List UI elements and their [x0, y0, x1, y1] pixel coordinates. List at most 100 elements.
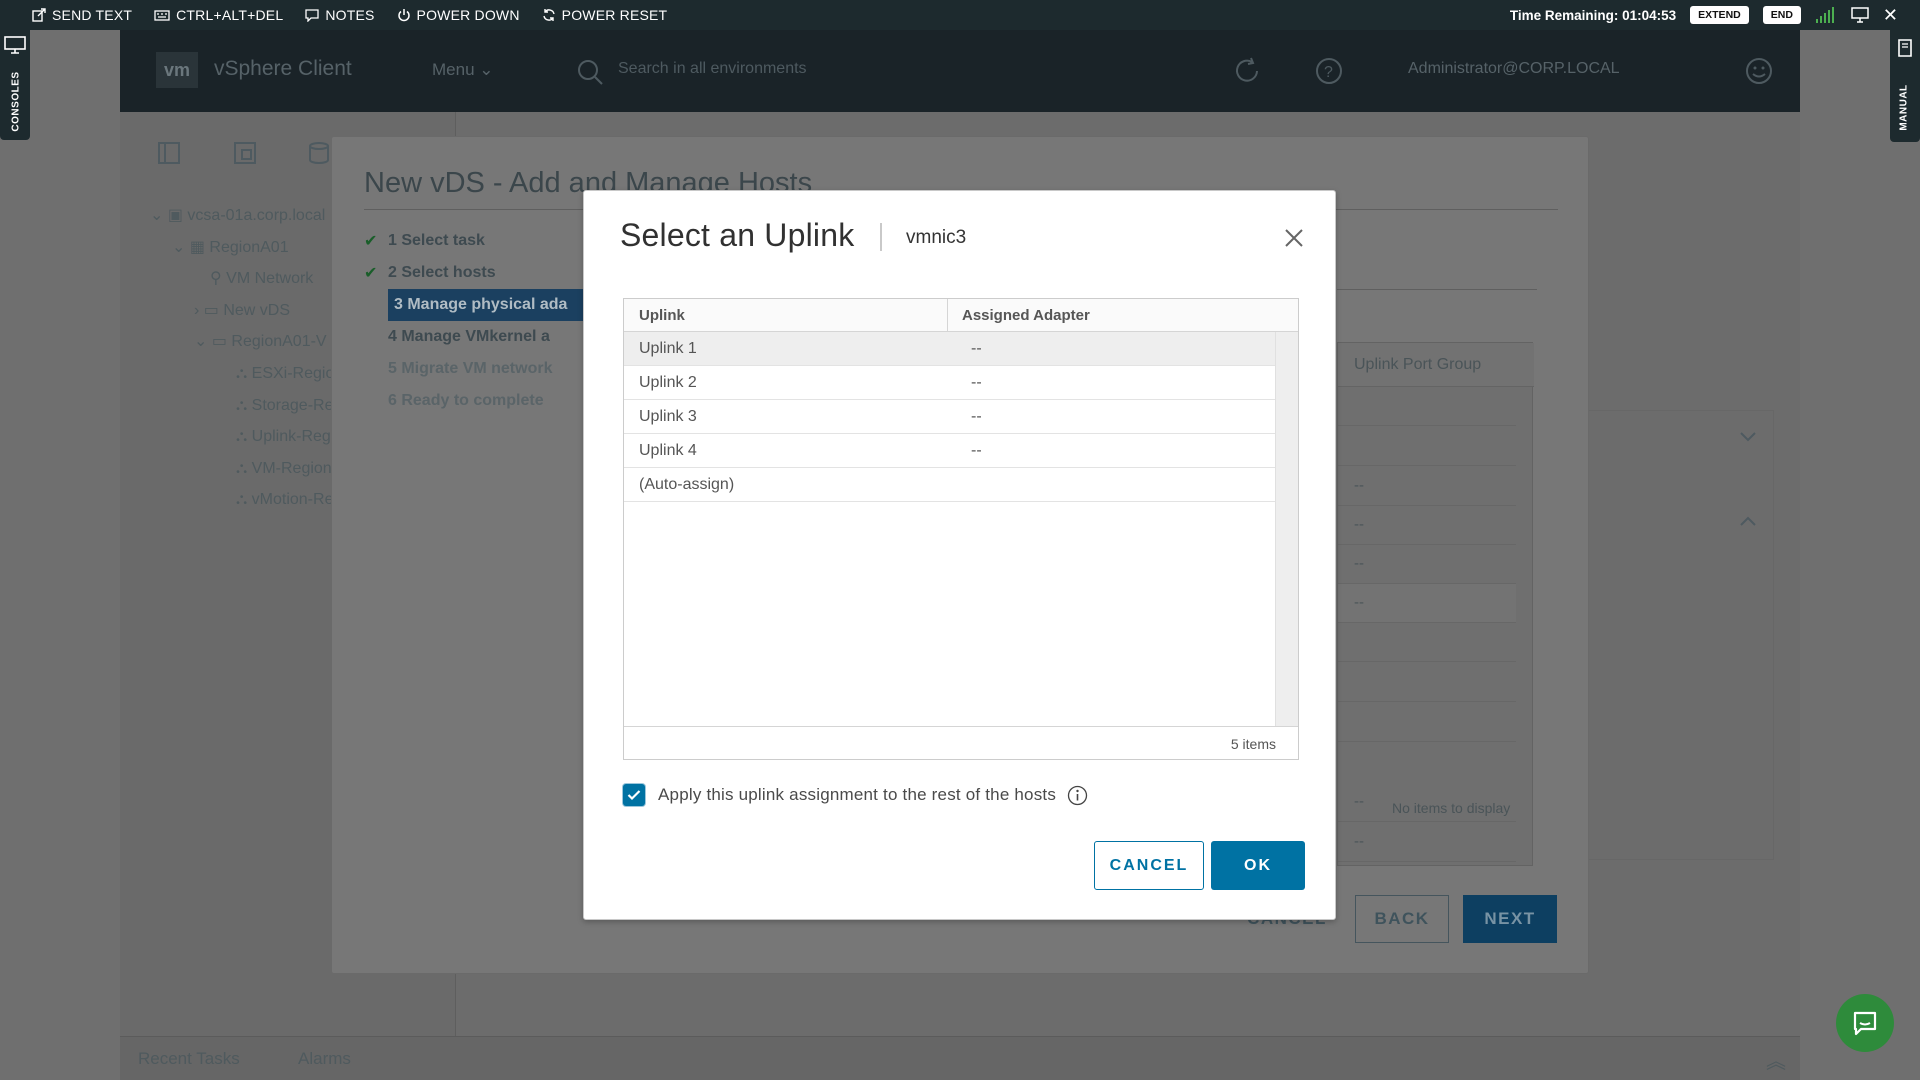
tree-label: ESXi-Regio [251, 364, 335, 382]
apply-to-rest-checkbox[interactable] [623, 784, 645, 806]
storage-icon[interactable] [306, 140, 332, 166]
close-icon[interactable]: ✕ [1883, 5, 1898, 26]
select-uplink-dialog: Select an Uplink vmnic3 Uplink Assigned … [583, 190, 1336, 920]
step-select-hosts[interactable]: ✔ 2 Select hosts [364, 257, 608, 289]
consoles-tab[interactable]: CONSOLES [0, 30, 30, 140]
book-icon [1898, 39, 1912, 57]
tree-label: vMotion-Re [251, 491, 334, 509]
table-row[interactable]: Uplink 3 -- [624, 400, 1275, 434]
power-down-label: POWER DOWN [416, 7, 520, 23]
cell-adapter: -- [971, 374, 982, 391]
menu-label: Menu [432, 60, 475, 79]
power-reset-button[interactable]: POWER RESET [542, 7, 668, 23]
send-text-button[interactable]: SEND TEXT [32, 7, 132, 23]
dialog-subtitle: vmnic3 [906, 227, 967, 248]
step-select-task[interactable]: ✔ 1 Select task [364, 225, 608, 257]
user-menu[interactable]: Administrator@CORP.LOCAL [1408, 60, 1620, 78]
svg-text:?: ? [1324, 64, 1333, 81]
vms-templates-icon[interactable] [232, 140, 258, 166]
tree-item[interactable]: ⛬ Uplink-Reg [150, 421, 334, 453]
title-separator [880, 223, 882, 251]
power-icon [397, 9, 410, 22]
tree-label: Storage-Re [251, 396, 334, 414]
checkmark-icon: ✔ [364, 233, 378, 250]
table-row[interactable]: Uplink 1 -- [624, 332, 1275, 366]
notes-icon [305, 9, 319, 22]
end-button[interactable]: END [1762, 6, 1801, 24]
manual-label: MANUAL [1898, 84, 1910, 131]
apply-to-rest-option: Apply this uplink assignment to the rest… [623, 784, 1088, 806]
chevron-down-icon: ⌄ [479, 60, 494, 79]
expand-icon[interactable]: ︽ [1766, 1045, 1786, 1074]
manual-tab[interactable]: MANUAL [1890, 30, 1920, 142]
tree-item[interactable]: › ▭ New vDS [150, 295, 334, 327]
tree-item[interactable]: ⛬ vMotion-Re [150, 484, 334, 516]
tree-item[interactable]: ⛬ ESXi-Regio [150, 358, 334, 390]
refresh-icon[interactable] [1232, 56, 1262, 86]
step-label: 6 Ready to complete [388, 392, 544, 409]
uplink-port-group-column: Uplink Port Group -- -- -- -- -- -- [1337, 342, 1534, 866]
tree-item[interactable]: ⛬ Storage-Re [150, 390, 334, 422]
chat-button[interactable] [1836, 994, 1894, 1052]
column-divider [947, 299, 948, 331]
cell-adapter: -- [971, 408, 982, 425]
table-row [1338, 623, 1516, 662]
table-row [1338, 387, 1516, 426]
table-row: -- [1338, 467, 1516, 506]
tree-label: Uplink-Reg [251, 428, 331, 446]
vsphere-header: vm vSphere Client Menu ⌄ Search in all e… [120, 30, 1800, 112]
reset-icon [542, 9, 555, 21]
tree-item[interactable]: ⌄ ▦ RegionA01 [150, 232, 334, 264]
info-icon[interactable] [1067, 785, 1088, 806]
tree-item[interactable]: ⚲ VM Network [150, 263, 334, 295]
table-row[interactable]: Uplink 4 -- [624, 434, 1275, 468]
power-down-button[interactable]: POWER DOWN [397, 7, 520, 23]
help-icon[interactable]: ? [1314, 56, 1344, 86]
table-body: Uplink 1 -- Uplink 2 -- Uplink 3 -- Upli… [624, 332, 1275, 726]
checkmark-icon: ✔ [364, 265, 378, 282]
step-label: 5 Migrate VM network [388, 360, 553, 377]
chevron-up-icon[interactable] [1738, 514, 1758, 528]
step-manage-vmkernel[interactable]: 4 Manage VMkernel a [364, 321, 608, 353]
step-ready-to-complete: 6 Ready to complete [364, 385, 608, 417]
cancel-button[interactable]: CANCEL [1094, 841, 1204, 890]
alarms-tab[interactable]: Alarms [298, 1049, 351, 1069]
table-row[interactable]: Uplink 2 -- [624, 366, 1275, 400]
display-icon[interactable] [1851, 7, 1869, 23]
notes-button[interactable]: NOTES [305, 7, 374, 23]
table-footer: 5 items [624, 726, 1298, 759]
wizard-steps: ✔ 1 Select task ✔ 2 Select hosts 3 Manage … [364, 225, 608, 417]
recent-tasks-tab[interactable]: Recent Tasks [138, 1049, 240, 1069]
table-scrollbar[interactable] [1275, 332, 1298, 726]
search-input[interactable]: Search in all environments [618, 60, 807, 78]
hosts-clusters-icon[interactable] [156, 140, 182, 166]
monitor-icon [4, 36, 26, 54]
tree-item[interactable]: ⌄ ▭ RegionA01-V [150, 326, 334, 358]
ctrl-alt-del-button[interactable]: CTRL+ALT+DEL [154, 7, 283, 23]
table-row: -- [1338, 545, 1516, 584]
apply-to-rest-label: Apply this uplink assignment to the rest… [658, 785, 1057, 804]
dialog-title: Select an Uplink [620, 217, 855, 253]
ctrl-alt-del-label: CTRL+ALT+DEL [176, 7, 284, 23]
cell-uplink: Uplink 3 [639, 408, 697, 425]
ok-button[interactable]: OK [1211, 841, 1305, 890]
extend-button[interactable]: EXTEND [1690, 6, 1749, 24]
back-button[interactable]: BACK [1355, 895, 1449, 943]
item-count: 5 items [1230, 736, 1276, 752]
next-button[interactable]: NEXT [1463, 895, 1557, 943]
tree-item[interactable]: ⌄ ▣ vcsa-01a.corp.local [150, 200, 334, 232]
menu-button[interactable]: Menu ⌄ [432, 60, 494, 80]
uplink-table: Uplink Assigned Adapter Uplink 1 -- Upli… [623, 298, 1299, 760]
checkmark-icon [627, 790, 641, 801]
chevron-down-icon[interactable] [1738, 430, 1758, 444]
step-manage-physical-adapters[interactable]: 3 Manage physical ada [388, 289, 608, 321]
close-icon[interactable] [1281, 225, 1307, 251]
table-row[interactable]: (Auto-assign) [624, 468, 1275, 502]
cell-uplink: Uplink 4 [639, 442, 697, 459]
vm-logo: vm [156, 52, 198, 88]
tree-item[interactable]: ⛬ VM-Region [150, 453, 334, 485]
no-items-text: No items to display [1392, 800, 1511, 816]
table-row [1338, 663, 1516, 702]
keyboard-icon [154, 10, 170, 21]
smiley-icon[interactable] [1744, 56, 1774, 86]
